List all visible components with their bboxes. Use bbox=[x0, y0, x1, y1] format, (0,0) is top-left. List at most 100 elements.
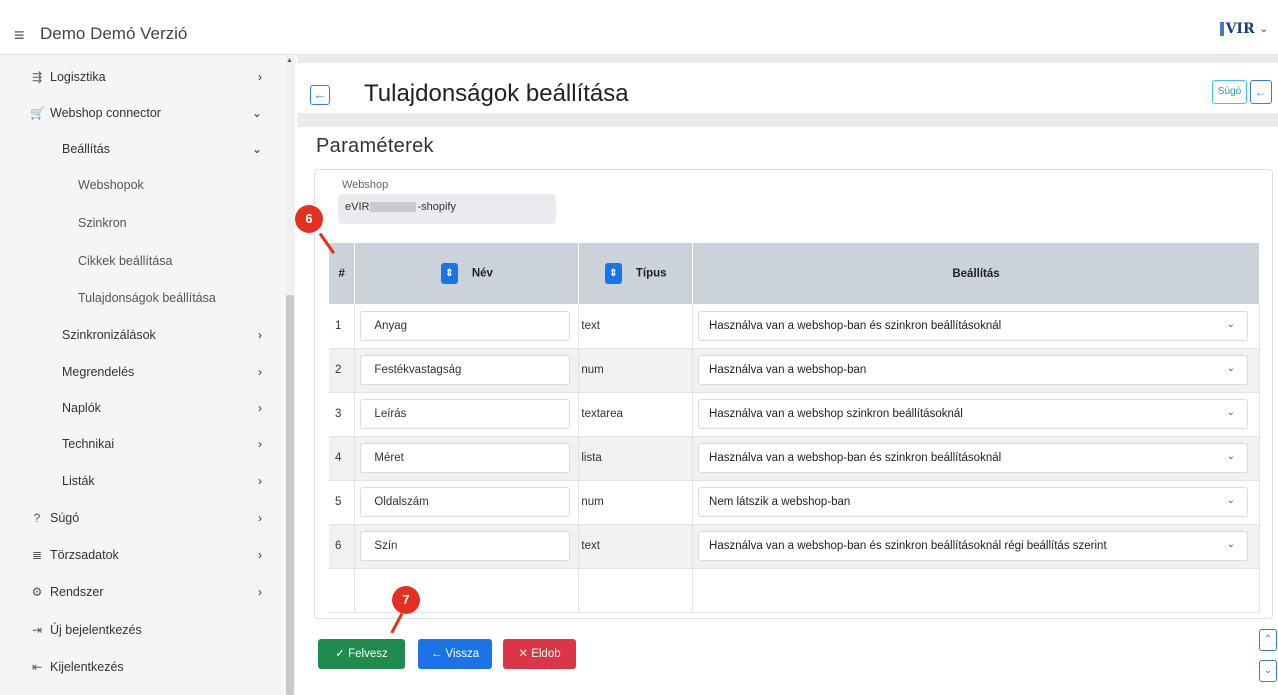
sidebar-item-webshop-connector[interactable]: 🛒 Webshop connector ⌄ bbox=[0, 95, 270, 131]
sidebar-item-label: Szinkron bbox=[78, 216, 127, 230]
sign-out-icon: ⇤ bbox=[31, 660, 43, 674]
sidebar-item-tulajdons-gok-be-ll-t-sa[interactable]: Tulajdonságok beállítása bbox=[0, 280, 270, 316]
sidebar-item-label: Webshopok bbox=[78, 178, 144, 192]
sidebar-item-szinkron[interactable]: Szinkron bbox=[0, 205, 270, 241]
col-type-header[interactable]: ⇕ Típus bbox=[578, 243, 694, 304]
table-row: 5 Oldalszám num Nem látszik a webshop-ban ⌄ bbox=[329, 480, 1260, 525]
back-arrow-button[interactable]: ← bbox=[1250, 80, 1272, 104]
discard-button[interactable]: ✕ Eldob bbox=[503, 639, 576, 669]
col-type-label: Típus bbox=[635, 267, 667, 280]
setting-select[interactable]: Nem látszik a webshop-ban ⌄ bbox=[698, 487, 1249, 517]
chevron-right-icon: › bbox=[258, 511, 262, 525]
hamburger-icon[interactable]: ≡ bbox=[14, 25, 25, 46]
sort-icon[interactable]: ⇕ bbox=[604, 263, 622, 284]
setting-value: Használva van a webshop-ban bbox=[709, 364, 867, 376]
main-content: ← Tulajdonságok beállítása Súgó ← Paramé… bbox=[297, 55, 1278, 695]
setting-select[interactable]: Használva van a webshop szinkron beállít… bbox=[698, 399, 1249, 429]
logo-text: VIR bbox=[1225, 21, 1255, 37]
sidebar-item-label: Súgó bbox=[50, 511, 80, 525]
gears-icon: ⚙ bbox=[31, 585, 43, 599]
sidebar-item-label: Cikkek beállítása bbox=[78, 254, 173, 268]
chevron-down-icon: ⌄ bbox=[1226, 363, 1236, 374]
setting-cell: Használva van a webshop-ban és szinkron … bbox=[692, 436, 1260, 481]
sidebar-item-webshopok[interactable]: Webshopok bbox=[0, 167, 270, 203]
setting-cell: Használva van a webshop szinkron beállít… bbox=[692, 392, 1260, 437]
back-button[interactable]: ← Vissza bbox=[418, 639, 492, 669]
type-cell: text bbox=[578, 304, 694, 349]
name-input[interactable]: Leírás bbox=[360, 399, 571, 429]
sidebar-item-label: Logisztika bbox=[50, 70, 106, 84]
setting-select[interactable]: Használva van a webshop-ban és szinkron … bbox=[698, 531, 1249, 561]
chevron-down-icon: ⌄ bbox=[1226, 318, 1236, 330]
scrollbar-thumb[interactable] bbox=[286, 295, 294, 695]
sidebar-item-technikai[interactable]: Technikai › bbox=[0, 426, 270, 462]
setting-select[interactable]: Használva van a webshop-ban és szinkron … bbox=[698, 443, 1249, 473]
scroll-up-button[interactable]: ⌃ bbox=[1259, 629, 1277, 651]
sidebar-item--j-bejelentkez-s[interactable]: ⇥ Új bejelentkezés bbox=[0, 612, 270, 648]
annotation-badge-7: 7 bbox=[392, 586, 420, 614]
setting-value: Nem látszik a webshop-ban bbox=[709, 496, 851, 508]
chevron-right-icon: › bbox=[258, 70, 262, 84]
setting-value: Használva van a webshop-ban és szinkron … bbox=[709, 452, 1002, 464]
sidebar-item-list-k[interactable]: Listák › bbox=[0, 463, 270, 499]
sort-icon[interactable]: ⇕ bbox=[440, 263, 458, 284]
sidebar-item-label: Webshop connector bbox=[50, 106, 161, 120]
sidebar-item-label: Rendszer bbox=[50, 585, 104, 599]
setting-value: Használva van a webshop szinkron beállít… bbox=[709, 408, 963, 420]
table-row: 2 Festékvastagság num Használva van a websh… bbox=[329, 348, 1260, 393]
sidebar: ⇶ Logisztika › 🛒 Webshop connector ⌄ Beállítás… bbox=[0, 55, 284, 695]
sidebar-item-s-g-[interactable]: ? Súgó › bbox=[0, 500, 270, 536]
params-table: # ⇕ Név ⇕ Típus Beállítás 1 Anyag text Haszná… bbox=[329, 243, 1260, 613]
logo[interactable]: VIR ⌄ bbox=[1220, 16, 1268, 42]
setting-select[interactable]: Használva van a webshop-ban ⌄ bbox=[698, 355, 1249, 385]
save-button[interactable]: ✓ Felvesz bbox=[318, 639, 405, 669]
top-bar: ≡ Demo Demó Verzió VIR ⌄ bbox=[0, 0, 1278, 55]
cart-icon: 🛒 bbox=[30, 106, 45, 120]
setting-cell: Használva van a webshop-ban ⌄ bbox=[692, 348, 1260, 393]
scroll-up-icon[interactable]: ▲ bbox=[286, 57, 293, 64]
sidebar-item-kijelentkez-s[interactable]: ⇤ Kijelentkezés bbox=[0, 649, 270, 685]
sidebar-item-rendszer[interactable]: ⚙ Rendszer › bbox=[0, 574, 270, 610]
redacted-text bbox=[370, 202, 417, 213]
type-cell: num bbox=[578, 348, 694, 393]
name-cell: Oldalszám bbox=[354, 480, 580, 525]
sidebar-item-label: Szinkronizálások bbox=[62, 328, 156, 342]
page-header: ← Tulajdonságok beállítása Súgó ← bbox=[297, 63, 1278, 113]
annotation-badge-6: 6 bbox=[295, 205, 323, 233]
sidebar-item-label: Tulajdonságok beállítása bbox=[78, 291, 216, 305]
sidebar-item-be-ll-t-s[interactable]: Beállítás ⌄ bbox=[0, 131, 270, 167]
setting-value: Használva van a webshop-ban és szinkron … bbox=[709, 540, 1107, 552]
col-name-header[interactable]: ⇕ Név bbox=[354, 243, 580, 304]
question-circle-icon: ? bbox=[33, 511, 41, 525]
name-input[interactable]: Anyag bbox=[360, 310, 571, 341]
row-index: 3 bbox=[329, 392, 356, 437]
sidebar-item-logisztika[interactable]: ⇶ Logisztika › bbox=[0, 59, 270, 95]
type-cell: textarea bbox=[578, 392, 694, 437]
sidebar-item-cikkek-be-ll-t-sa[interactable]: Cikkek beállítása bbox=[0, 243, 270, 279]
sidebar-item-napl-k[interactable]: Naplók › bbox=[0, 390, 270, 426]
name-input[interactable]: Oldalszám bbox=[360, 487, 571, 517]
chevron-right-icon: › bbox=[258, 585, 262, 599]
scroll-down-button[interactable]: ⌄ bbox=[1259, 660, 1277, 682]
setting-select[interactable]: Használva van a webshop-ban és szinkron … bbox=[698, 310, 1249, 341]
type-cell: text bbox=[578, 524, 694, 569]
sidebar-item-label: Törzsadatok bbox=[50, 548, 119, 562]
table-row: 4 Méret lista Használva van a webshop-ban é… bbox=[329, 436, 1260, 481]
setting-cell: Használva van a webshop-ban és szinkron … bbox=[692, 304, 1260, 349]
help-button[interactable]: Súgó bbox=[1212, 80, 1247, 104]
section-title: Paraméterek bbox=[316, 135, 434, 157]
chevron-down-icon: ⌄ bbox=[1226, 495, 1236, 506]
chevron-right-icon: › bbox=[258, 401, 262, 415]
sidebar-item-szinkroniz-l-sok[interactable]: Szinkronizálások › bbox=[0, 317, 270, 353]
type-cell: lista bbox=[578, 436, 694, 481]
table-row-empty bbox=[329, 568, 1260, 613]
name-input[interactable]: Szín bbox=[360, 531, 571, 561]
back-icon-button[interactable]: ← bbox=[310, 85, 330, 105]
name-input[interactable]: Méret bbox=[360, 443, 571, 473]
sidebar-item-t-rzsadatok[interactable]: ≣ Törzsadatok › bbox=[0, 537, 270, 573]
row-index: 2 bbox=[329, 348, 356, 393]
sidebar-item-megrendel-s[interactable]: Megrendelés › bbox=[0, 354, 270, 390]
row-index: 6 bbox=[329, 524, 356, 569]
sidebar-scrollbar[interactable]: ▲ bbox=[285, 55, 295, 695]
name-input[interactable]: Festékvastagság bbox=[360, 355, 571, 385]
